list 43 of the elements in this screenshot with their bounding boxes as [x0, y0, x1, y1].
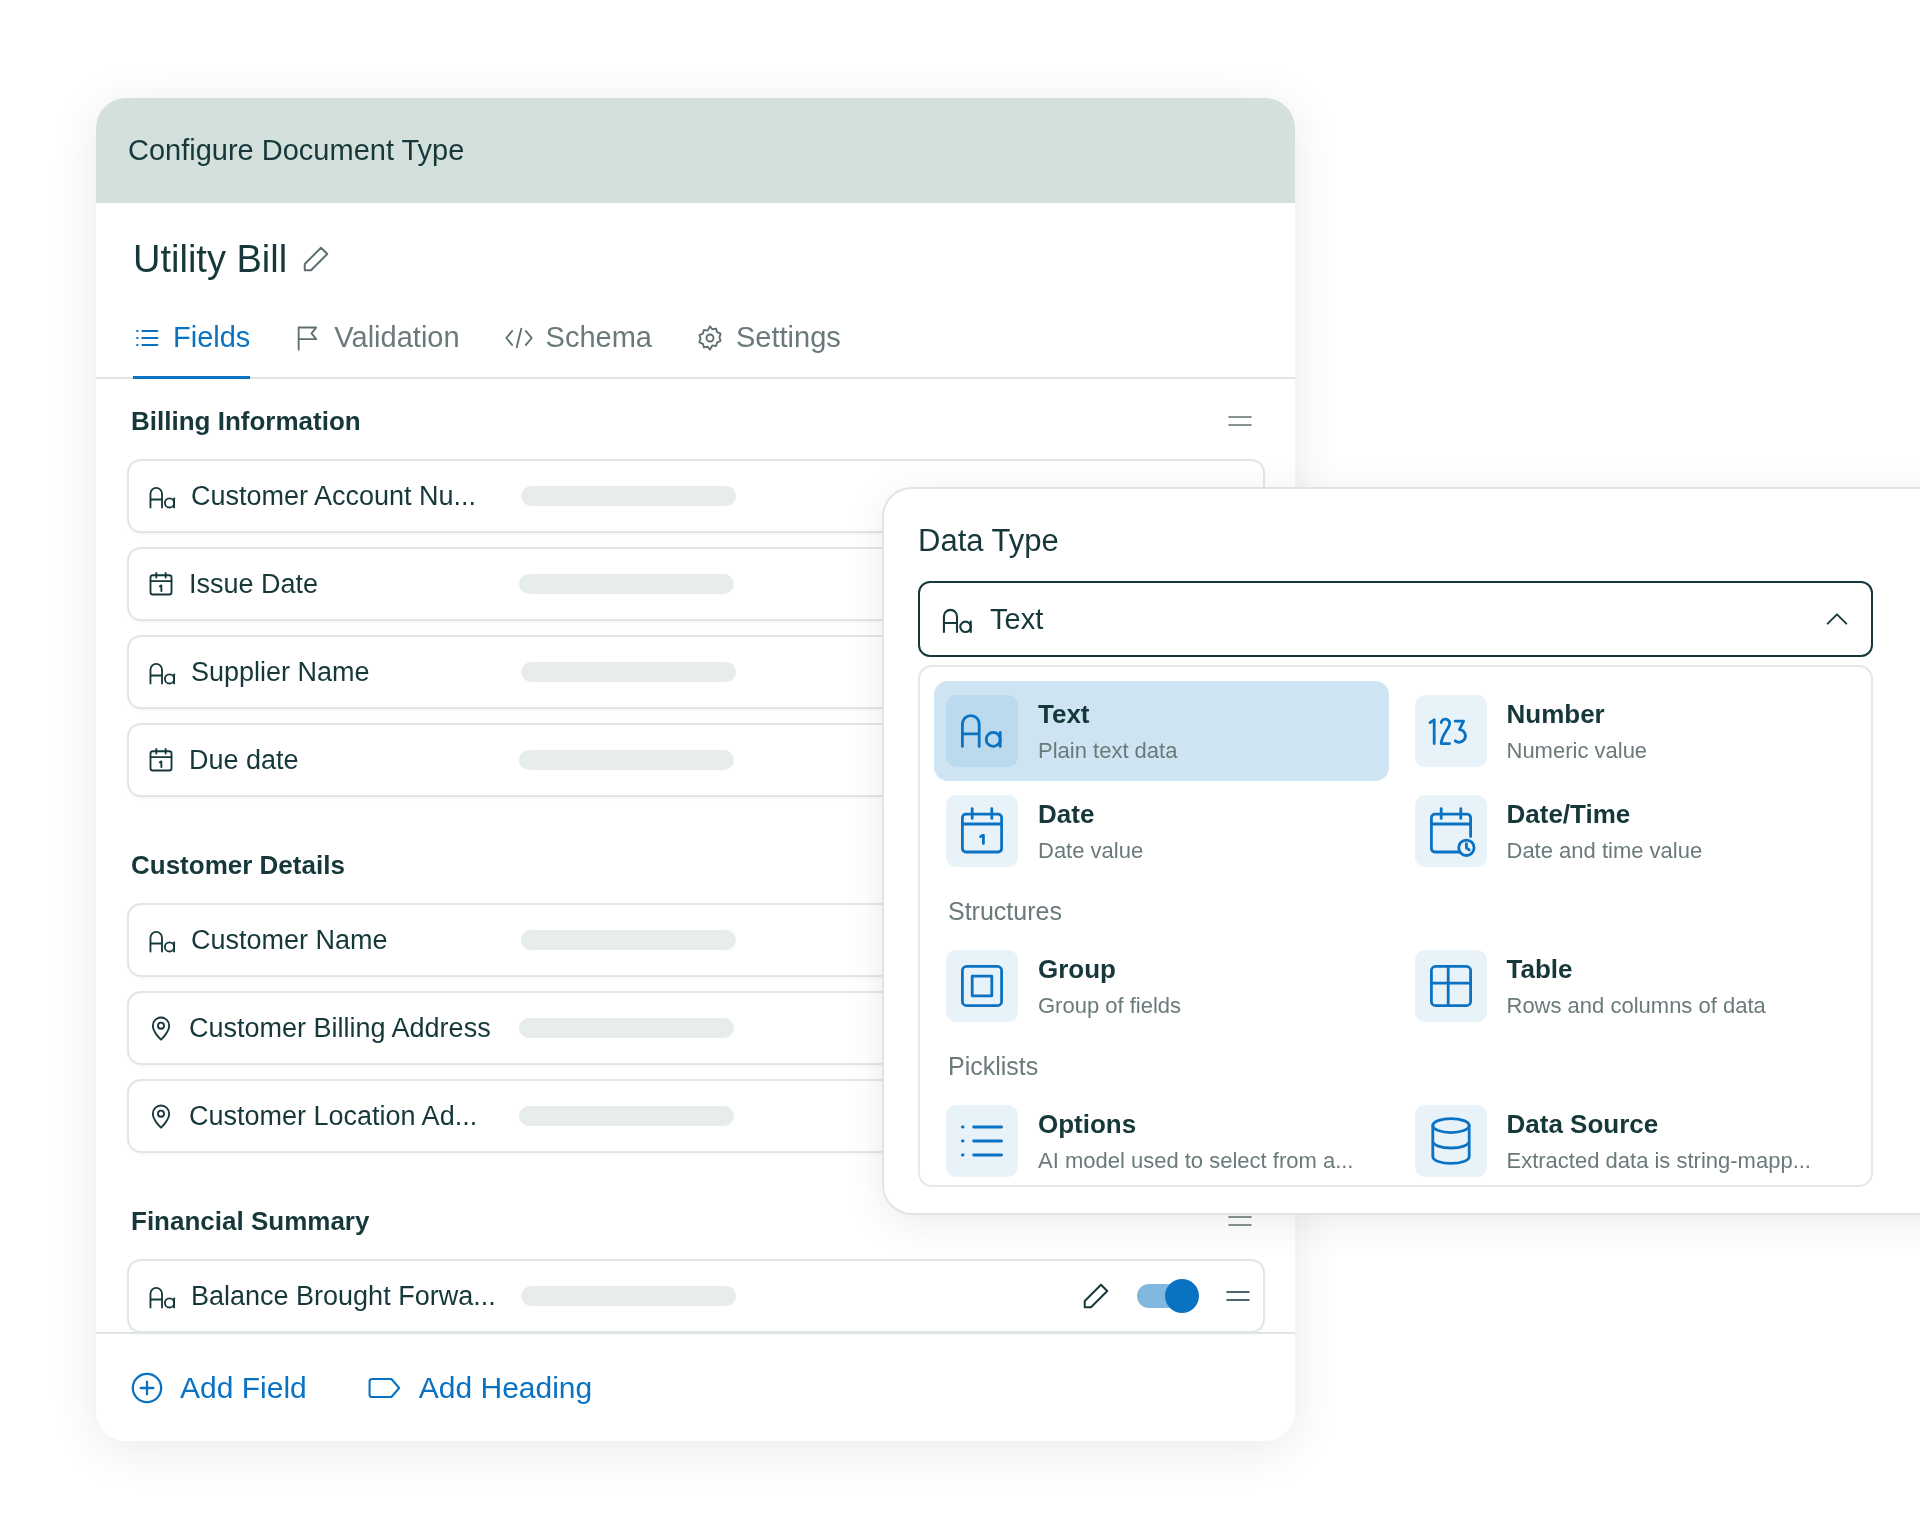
- window-title: Configure Document Type: [128, 134, 465, 167]
- pencil-icon: [1081, 1281, 1111, 1311]
- section-title: Financial Summary: [131, 1205, 370, 1237]
- list-icon: [946, 1105, 1018, 1177]
- type-option[interactable]: Table Rows and columns of data: [1402, 936, 1857, 1036]
- type-option[interactable]: Text Plain text data: [934, 681, 1389, 781]
- number-type-icon: [1414, 695, 1487, 767]
- drag-handle-icon: [1227, 1216, 1253, 1226]
- tab[interactable]: Validation: [294, 309, 460, 379]
- database-icon: [1414, 1105, 1487, 1177]
- tab[interactable]: Fields: [133, 309, 251, 379]
- add-heading-button[interactable]: Add Heading: [366, 1370, 593, 1405]
- plus-circle-icon: [130, 1370, 164, 1405]
- field-row[interactable]: Balance Brought Forwa...: [127, 1259, 1265, 1332]
- calendar-icon: [147, 746, 175, 774]
- calendar-icon: [147, 570, 175, 598]
- type-option[interactable]: Date/Time Date and time value: [1402, 781, 1857, 881]
- section-title: Customer Details: [131, 849, 345, 881]
- section-title: Billing Information: [131, 405, 361, 437]
- text-type-icon: [946, 695, 1018, 767]
- add-field-button[interactable]: Add Field: [130, 1370, 307, 1405]
- settings-icon: [695, 323, 724, 352]
- field-name: Issue Date: [189, 568, 320, 600]
- toggle-switch[interactable]: [1137, 1279, 1199, 1313]
- field-name: Customer Location Ad...: [189, 1100, 479, 1132]
- tab[interactable]: Settings: [695, 309, 841, 379]
- field-name: Due date: [189, 744, 300, 776]
- drag-handle-icon: [1227, 416, 1253, 426]
- type-option[interactable]: Number Numeric value: [1402, 681, 1857, 781]
- square-frame-icon: [946, 950, 1018, 1022]
- data-type-select[interactable]: Text: [918, 581, 1873, 657]
- field-name: Customer Billing Address: [189, 1012, 492, 1044]
- drag-handle-icon: [1225, 1291, 1251, 1301]
- field-name: Balance Brought Forwa...: [191, 1280, 497, 1312]
- field-name: Customer Name: [191, 924, 389, 956]
- field-name: Customer Account Nu...: [191, 480, 478, 512]
- table-icon: [1414, 950, 1487, 1022]
- field-name: Supplier Name: [191, 656, 371, 688]
- type-option[interactable]: Data Source Extracted data is string-mapp...: [1402, 1091, 1857, 1185]
- document-name: Utility Bill: [133, 237, 288, 281]
- calendar-clock-icon: [1414, 795, 1487, 867]
- tab[interactable]: Schema: [503, 309, 652, 379]
- calendar-icon: [946, 795, 1018, 867]
